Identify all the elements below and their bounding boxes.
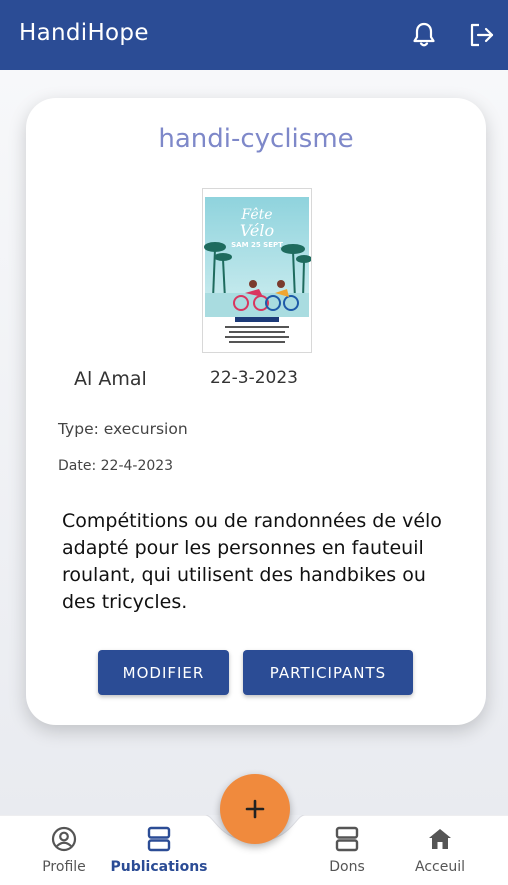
event-poster-image: Fête Vélo SAM 25 SEPT <box>202 188 312 353</box>
nav-label-accueil: Acceuil <box>415 859 465 875</box>
modifier-button[interactable]: MODIFIER <box>98 650 229 695</box>
nav-item-publications[interactable]: Publications <box>111 825 208 881</box>
publication-title: handi-cyclisme <box>158 124 354 154</box>
publication-author: Al Amal <box>74 368 147 390</box>
plus-icon <box>245 799 265 819</box>
bell-icon[interactable] <box>410 21 438 49</box>
publication-type: Type: execursion <box>58 420 188 438</box>
publication-description: Compétitions ou de randonnées de vélo ad… <box>62 510 442 613</box>
logout-icon[interactable] <box>468 21 496 49</box>
home-icon <box>426 825 454 853</box>
publication-date: 22-3-2023 <box>210 368 298 388</box>
app-bar: HandiHope <box>0 0 508 70</box>
nav-label-profile: Profile <box>42 859 86 875</box>
add-publication-button[interactable] <box>220 774 290 844</box>
nav-item-profile[interactable]: Profile <box>19 825 109 881</box>
event-date: Date: 22-4-2023 <box>58 458 174 474</box>
stacked-rows-icon <box>145 825 173 853</box>
nav-item-dons[interactable]: Dons <box>302 825 392 881</box>
nav-item-accueil[interactable]: Acceuil <box>395 825 485 881</box>
nav-label-publications: Publications <box>110 859 208 875</box>
account-circle-icon <box>50 825 78 853</box>
publication-card: handi-cyclisme Fête Vélo SAM 25 SEPT Al … <box>26 98 486 725</box>
poster-date-line: SAM 25 SEPT <box>231 241 283 249</box>
nav-label-dons: Dons <box>329 859 365 875</box>
stacked-rows-icon <box>333 825 361 853</box>
app-title: HandiHope <box>19 20 149 46</box>
poster-headline-2: Vélo <box>240 221 274 240</box>
participants-button[interactable]: PARTICIPANTS <box>243 650 413 695</box>
